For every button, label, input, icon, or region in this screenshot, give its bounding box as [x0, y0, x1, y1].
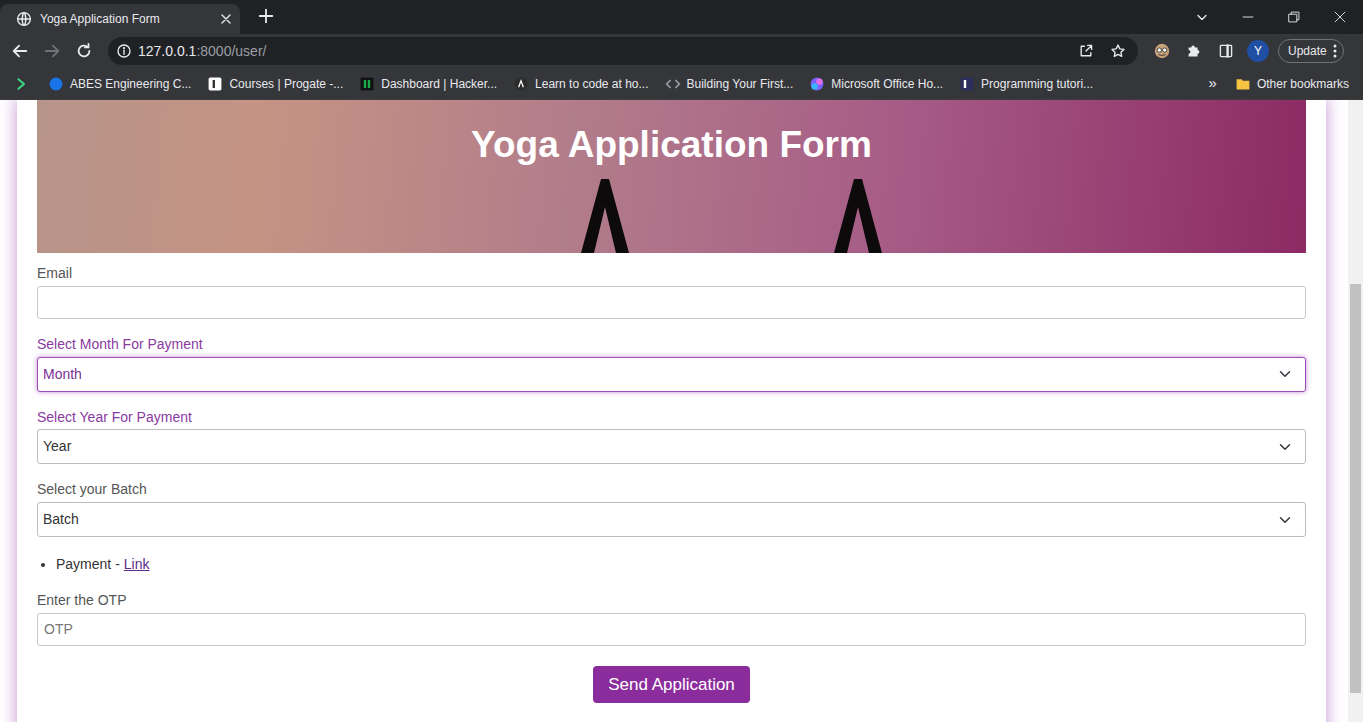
bookmark-label: Microsoft Office Ho... — [831, 75, 943, 93]
other-bookmarks[interactable]: Other bookmarks — [1229, 75, 1355, 93]
form-field: Email — [37, 265, 1306, 319]
silhouette-icon — [573, 179, 637, 253]
payment-list: Payment -Link — [37, 554, 1306, 575]
header-banner: Yoga Application Form — [37, 100, 1306, 253]
site-icon — [207, 76, 223, 92]
form-field: Select your Batch Batch — [37, 481, 1306, 537]
payment-link[interactable]: Link — [124, 556, 150, 572]
bookmark-item[interactable]: Dashboard | Hacker... — [353, 75, 503, 93]
url-text[interactable]: 127.0.0.1:8000/user/ — [138, 41, 266, 62]
apps-icon[interactable] — [10, 76, 38, 92]
bookmark-label: Learn to code at ho... — [535, 75, 648, 93]
page-viewport: Yoga Application Form Email Select Month F… — [0, 100, 1363, 722]
bookmark-item[interactable]: Microsoft Office Ho... — [803, 75, 949, 93]
restore-icon[interactable] — [1271, 0, 1317, 34]
new-tab-icon[interactable] — [252, 2, 280, 30]
payment-item: Payment -Link — [56, 554, 1306, 575]
form-card: Yoga Application Form Email Select Month F… — [17, 100, 1326, 722]
form-field: Enter the OTP — [37, 592, 1306, 646]
bookmark-label: Courses | Progate -... — [229, 75, 343, 93]
field-select[interactable]: Year — [37, 429, 1306, 464]
tab-search-icon[interactable] — [1179, 0, 1225, 34]
site-icon — [359, 76, 375, 92]
field-select[interactable]: Batch — [37, 502, 1306, 537]
field-input[interactable] — [37, 613, 1306, 646]
browser-tab[interactable]: Yoga Application Form — [0, 4, 240, 34]
url-host: 127.0.0.1 — [138, 41, 196, 62]
folder-icon — [1235, 76, 1251, 92]
tab-strip: Yoga Application Form — [0, 0, 1363, 34]
site-icon — [665, 76, 681, 92]
url-path: :8000/user/ — [196, 41, 266, 62]
bookmark-item[interactable]: Programming tutori... — [953, 75, 1099, 93]
bookmark-star-icon[interactable] — [1110, 43, 1126, 59]
address-actions — [1078, 43, 1130, 59]
field-input[interactable] — [37, 286, 1306, 319]
globe-icon — [16, 11, 32, 27]
share-icon[interactable] — [1078, 43, 1094, 59]
bookmark-item[interactable]: ABES Engineering C... — [42, 75, 197, 93]
profile-avatar[interactable]: Y — [1247, 40, 1269, 62]
close-window-icon[interactable] — [1317, 0, 1363, 34]
bookmarks-overflow[interactable]: » — [1201, 72, 1225, 95]
extension-icon[interactable] — [1146, 37, 1178, 65]
back-icon[interactable] — [4, 37, 36, 65]
bookmark-label: Programming tutori... — [981, 75, 1093, 93]
update-button[interactable]: Update — [1278, 39, 1344, 63]
field-label: Email — [37, 265, 1306, 282]
form-title: Yoga Application Form — [37, 100, 1306, 167]
side-panel-icon[interactable] — [1210, 37, 1242, 65]
form-field: Select Month For Payment Month — [37, 336, 1306, 392]
reload-icon[interactable] — [68, 37, 100, 65]
application-form: EmailSelect Month For PaymentMonthSelect… — [37, 265, 1306, 703]
address-bar[interactable]: 127.0.0.1:8000/user/ — [108, 37, 1138, 65]
bookmarks-bar: ABES Engineering C... Courses | Progate -… — [0, 68, 1363, 100]
bookmark-item[interactable]: Courses | Progate -... — [201, 75, 349, 93]
field-label: Select Month For Payment — [37, 336, 1306, 353]
send-application-button[interactable]: Send Application — [593, 666, 750, 704]
minimize-icon[interactable] — [1225, 0, 1271, 34]
site-icon — [809, 76, 825, 92]
silhouette-icon — [826, 179, 890, 253]
update-label: Update — [1288, 42, 1327, 60]
form-field: Payment -Link — [37, 554, 1306, 575]
site-icon — [48, 76, 64, 92]
field-label: Select Year For Payment — [37, 409, 1306, 426]
bookmark-item[interactable]: Building Your First... — [659, 75, 800, 93]
payment-text: Payment - — [56, 556, 120, 572]
bookmark-label: Building Your First... — [687, 75, 794, 93]
bookmark-label: ABES Engineering C... — [70, 75, 191, 93]
site-icon — [959, 76, 975, 92]
toolbar-actions: Y Update — [1146, 37, 1344, 65]
scrollbar-thumb[interactable] — [1350, 284, 1361, 693]
bookmark-label: Dashboard | Hacker... — [381, 75, 497, 93]
page-content: Yoga Application Form Email Select Month F… — [0, 100, 1348, 722]
scrollbar[interactable] — [1348, 100, 1363, 722]
bookmark-item[interactable]: Learn to code at ho... — [507, 75, 654, 93]
forward-icon — [36, 37, 68, 65]
info-icon[interactable] — [116, 43, 132, 59]
other-bookmarks-label: Other bookmarks — [1257, 75, 1349, 93]
form-field: Select Year For Payment Year — [37, 409, 1306, 465]
field-label: Select your Batch — [37, 481, 1306, 498]
field-label: Enter the OTP — [37, 592, 1306, 609]
button-row: Send Application — [37, 666, 1306, 704]
menu-icon — [1329, 43, 1341, 59]
window-controls — [1179, 0, 1363, 34]
field-select[interactable]: Month — [37, 357, 1306, 392]
close-tab-icon[interactable] — [218, 11, 234, 27]
toolbar: 127.0.0.1:8000/user/Y Update — [0, 34, 1363, 68]
site-icon — [513, 76, 529, 92]
puzzle-icon[interactable] — [1178, 37, 1210, 65]
tab-title: Yoga Application Form — [40, 10, 210, 28]
